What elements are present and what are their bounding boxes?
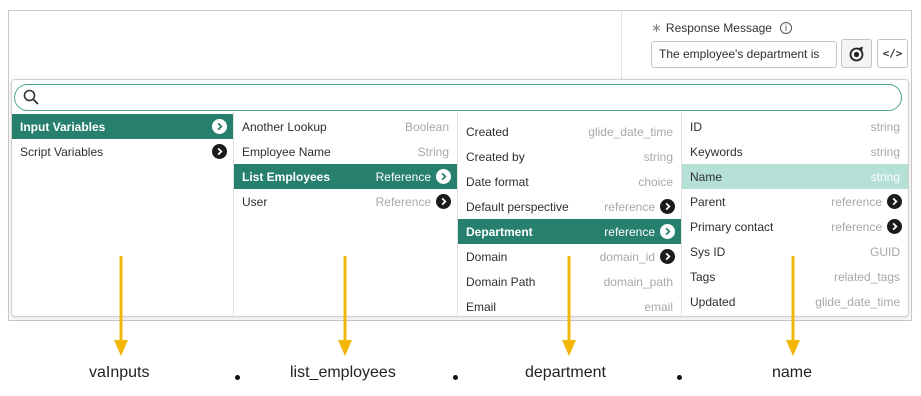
picker-row-name: Sys ID: [690, 244, 726, 259]
picker-row[interactable]: Date format choice: [458, 169, 681, 194]
picker-row-type: related_tags: [833, 269, 900, 284]
picker-row-type: reference: [831, 219, 882, 234]
required-mark: ∗: [651, 20, 662, 35]
picker-row-name: Domain: [466, 249, 508, 264]
picker-row-name: Name: [690, 169, 723, 184]
picker-row-name: Parent: [690, 194, 726, 209]
picker-row-type: string: [643, 149, 673, 164]
chevron-right-icon[interactable]: [212, 119, 227, 134]
response-message-input[interactable]: The employee's department is: [651, 41, 837, 68]
picker-row[interactable]: Department reference: [458, 219, 681, 244]
picker-row-type: string: [870, 144, 900, 159]
picker-row-name: Created by: [466, 149, 525, 164]
data-pill-icon: [849, 46, 863, 61]
picker-row-name: Script Variables: [20, 144, 104, 159]
annotation-label-vainputs: vaInputs: [89, 364, 150, 381]
separator-dot: [453, 375, 458, 380]
picker-row-type: reference: [604, 224, 655, 239]
code-icon: </>: [882, 47, 903, 60]
annotation-arrow-down-icon: [338, 256, 352, 356]
picker-row[interactable]: List Employees Reference: [234, 164, 457, 189]
picker-row[interactable]: Created by string: [458, 144, 681, 169]
annotation-label-name: name: [772, 364, 813, 381]
picker-row-name: Created: [466, 124, 509, 139]
picker-row-type: domain_path: [603, 274, 673, 289]
panel-divider: [621, 11, 622, 81]
picker-row-type: GUID: [870, 244, 900, 259]
annotation-label-list-employees: list_employees: [290, 364, 396, 381]
picker-row-name: Keywords: [690, 144, 743, 159]
picker-row-name: List Employees: [242, 169, 331, 184]
picker-row[interactable]: Created glide_date_time: [458, 119, 681, 144]
picker-row-name: Tags: [690, 269, 716, 284]
picker-row[interactable]: Employee Name String: [234, 139, 457, 164]
picker-row-name: Primary contact: [690, 219, 774, 234]
picker-row-name: Domain Path: [466, 274, 536, 289]
separator-dot: [235, 375, 240, 380]
picker-row-type: Boolean: [404, 119, 449, 134]
picker-row-type: string: [870, 119, 900, 134]
chevron-right-icon[interactable]: [212, 144, 227, 159]
picker-row[interactable]: Name string: [682, 164, 908, 189]
data-pill-picker-button[interactable]: [841, 39, 872, 68]
picker-row-name: Email: [466, 299, 497, 314]
script-toggle-button[interactable]: </>: [877, 39, 908, 68]
picker-row[interactable]: Input Variables: [12, 114, 233, 139]
annotation-arrow-down-icon: [114, 256, 128, 356]
picker-row[interactable]: Keywords string: [682, 139, 908, 164]
picker-row[interactable]: User Reference: [234, 189, 457, 214]
picker-row-name: Input Variables: [20, 119, 106, 134]
picker-row-name: Employee Name: [242, 144, 331, 159]
picker-row[interactable]: Script Variables: [12, 139, 233, 164]
info-icon[interactable]: i: [779, 22, 792, 34]
picker-row[interactable]: Parent reference: [682, 189, 908, 214]
picker-row[interactable]: Another Lookup Boolean: [234, 114, 457, 139]
annotation-arrow-down-icon: [562, 256, 576, 356]
picker-row-type: reference: [831, 194, 882, 209]
picker-row-name: Default perspective: [466, 199, 569, 214]
picker-row-name: Another Lookup: [242, 119, 327, 134]
chevron-right-icon[interactable]: [887, 219, 902, 234]
picker-row[interactable]: ID string: [682, 114, 908, 139]
picker-row-type: glide_date_time: [815, 294, 900, 309]
response-message-label: ∗ Response Message i: [651, 20, 792, 36]
picker-row-name: Date format: [466, 174, 529, 189]
chevron-right-icon[interactable]: [436, 169, 451, 184]
picker-row-type: domain_id: [599, 249, 655, 264]
chevron-right-icon[interactable]: [660, 199, 675, 214]
picker-row[interactable]: Default perspective reference: [458, 194, 681, 219]
picker-row-type: Reference: [375, 169, 431, 184]
picker-row-type: Reference: [375, 194, 431, 209]
picker-row[interactable]: Primary contact reference: [682, 214, 908, 239]
picker-row-name: Department: [466, 224, 533, 239]
picker-row-type: string: [870, 169, 900, 184]
chevron-right-icon[interactable]: [660, 249, 675, 264]
search-icon: [23, 89, 39, 105]
annotation-arrow-down-icon: [786, 256, 800, 356]
picker-row-name: Updated: [690, 294, 736, 309]
separator-dot: [677, 375, 682, 380]
picker-row-type: email: [644, 299, 673, 314]
picker-row-type: choice: [638, 174, 673, 189]
chevron-right-icon[interactable]: [660, 224, 675, 239]
pill-search-field[interactable]: [14, 84, 902, 111]
response-message-label-text: Response Message: [665, 21, 772, 35]
picker-row-type: reference: [604, 199, 655, 214]
picker-row-name: ID: [690, 119, 702, 134]
chevron-right-icon[interactable]: [887, 194, 902, 209]
picker-row-type: glide_date_time: [588, 124, 673, 139]
chevron-right-icon[interactable]: [436, 194, 451, 209]
picker-row-name: User: [242, 194, 268, 209]
annotation-label-department: department: [525, 364, 606, 381]
picker-row-type: String: [417, 144, 449, 159]
